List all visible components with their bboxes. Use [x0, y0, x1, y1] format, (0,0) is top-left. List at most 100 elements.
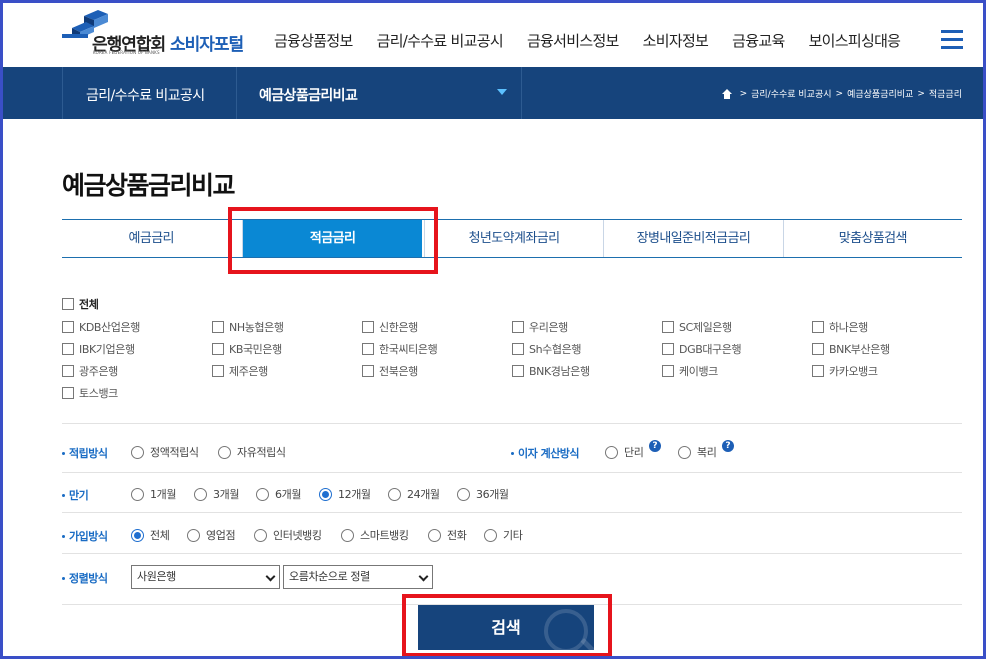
bank-checkbox[interactable]: SC제일은행: [662, 319, 732, 335]
radio-label: 인터넷뱅킹: [273, 529, 322, 542]
bank-label: DGB대구은행: [679, 343, 742, 356]
divider: [236, 67, 237, 119]
menu-icon[interactable]: [941, 30, 963, 50]
radio-label: 1개월: [150, 488, 177, 501]
radio-label: 24개월: [407, 488, 440, 501]
bank-label: 카카오뱅크: [829, 365, 878, 378]
bank-label: KB국민은행: [229, 343, 282, 356]
bank-checkbox[interactable]: 하나은행: [812, 319, 868, 335]
nav-item-rates[interactable]: 금리/수수료 비교공시: [365, 22, 515, 52]
checkbox[interactable]: [62, 298, 74, 310]
nav-item-voice-phishing[interactable]: 보이스피싱대응: [797, 22, 913, 52]
nav-item-services[interactable]: 금융서비스정보: [515, 22, 631, 52]
nav-item-products[interactable]: 금융상품정보: [262, 22, 365, 52]
bank-checkbox[interactable]: 광주은행: [62, 363, 118, 379]
help-icon[interactable]: ?: [649, 440, 661, 452]
bank-checkbox[interactable]: 케이뱅크: [662, 363, 718, 379]
radio-join-other[interactable]: 기타: [484, 527, 523, 543]
saving-method-label: 적립방식: [62, 445, 108, 461]
bank-label: 케이뱅크: [679, 365, 718, 378]
radio-join-phone[interactable]: 전화: [428, 527, 467, 543]
tab-soldier-savings-rate[interactable]: 장병내일준비적금금리: [603, 220, 782, 257]
breadcrumb-item-current: 적금금리: [928, 90, 962, 100]
bank-checkbox[interactable]: 우리은행: [512, 319, 568, 335]
sort-method-label: 정렬방식: [62, 570, 108, 586]
divider: [521, 67, 522, 119]
bank-label: 우리은행: [529, 321, 568, 334]
subnav-level2[interactable]: 예금상품금리비교: [259, 85, 358, 105]
radio-compound-interest[interactable]: 복리: [678, 444, 717, 460]
breadcrumb-item[interactable]: 예금상품금리비교: [847, 87, 913, 100]
bank-label: 전북은행: [379, 365, 418, 378]
radio-join-all[interactable]: 전체: [131, 527, 170, 543]
main-nav: 금융상품정보 금리/수수료 비교공시 금융서비스정보 소비자정보 금융교육 보이…: [262, 22, 912, 52]
bank-checkbox[interactable]: Sh수협은행: [512, 341, 581, 357]
radio-label: 단리: [624, 446, 644, 459]
bank-checkbox[interactable]: KB국민은행: [212, 341, 282, 357]
bank-checkbox-all[interactable]: 전체: [62, 296, 99, 312]
divider: [62, 553, 962, 554]
radio-term-12m[interactable]: 12개월: [319, 486, 371, 502]
subnav-level1[interactable]: 금리/수수료 비교공시: [86, 85, 205, 105]
tab-youth-account-rate[interactable]: 청년도약계좌금리: [423, 220, 603, 257]
interest-method-label: 이자 계산방식: [511, 445, 580, 461]
nav-item-consumer[interactable]: 소비자정보: [631, 22, 721, 52]
select-value: 사원은행: [137, 570, 176, 583]
breadcrumb-item[interactable]: 금리/수수료 비교공시: [751, 87, 831, 100]
radio-term-6m[interactable]: 6개월: [256, 486, 301, 502]
radio-label: 복리: [697, 446, 717, 459]
divider: [62, 512, 962, 513]
radio-join-internet[interactable]: 인터넷뱅킹: [254, 527, 322, 543]
bank-checkbox[interactable]: 카카오뱅크: [812, 363, 878, 379]
bank-checkbox[interactable]: KDB산업은행: [62, 319, 140, 335]
chevron-down-icon[interactable]: [497, 89, 507, 95]
radio-free-saving[interactable]: 자유적립식: [218, 444, 286, 460]
sort-field-select[interactable]: 사원은행: [131, 565, 280, 589]
radio-label: 정액적립식: [150, 446, 199, 459]
bank-checkbox[interactable]: 제주은행: [212, 363, 268, 379]
nav-item-education[interactable]: 금융교육: [720, 22, 796, 52]
radio-label: 전화: [447, 529, 467, 542]
bank-label: 제주은행: [229, 365, 268, 378]
radio-simple-interest[interactable]: 단리: [605, 444, 644, 460]
chevron-down-icon: [265, 571, 276, 582]
bank-checkbox[interactable]: BNK부산은행: [812, 341, 890, 357]
bank-label: 신한은행: [379, 321, 418, 334]
bank-label: IBK기업은행: [79, 343, 135, 356]
bank-label: NH농협은행: [229, 321, 284, 334]
radio-term-24m[interactable]: 24개월: [388, 486, 440, 502]
bank-checkbox[interactable]: 신한은행: [362, 319, 418, 335]
bank-checkbox[interactable]: BNK경남은행: [512, 363, 590, 379]
home-icon[interactable]: [721, 88, 732, 99]
tab-deposit-rate[interactable]: 예금금리: [62, 220, 240, 257]
radio-term-36m[interactable]: 36개월: [457, 486, 509, 502]
bank-label: Sh수협은행: [529, 343, 582, 356]
radio-term-3m[interactable]: 3개월: [194, 486, 239, 502]
page-title: 예금상품금리비교: [62, 171, 236, 200]
logo-portal-label: 소비자포털: [170, 35, 244, 55]
radio-term-1m[interactable]: 1개월: [131, 486, 176, 502]
bank-checkbox[interactable]: IBK기업은행: [62, 341, 135, 357]
radio-fixed-saving[interactable]: 정액적립식: [131, 444, 199, 460]
logo-subtitle: KOREA FEDERATION OF BANKS: [93, 50, 160, 55]
help-icon[interactable]: ?: [722, 440, 734, 452]
search-button-label: 검색: [491, 618, 521, 637]
bank-checkbox[interactable]: 토스뱅크: [62, 385, 118, 401]
site-logo[interactable]: 은행연합회 KOREA FEDERATION OF BANKS 소비자포털: [62, 8, 252, 58]
sort-order-select[interactable]: 오름차순으로 정렬: [283, 565, 433, 589]
bank-checkbox[interactable]: DGB대구은행: [662, 341, 742, 357]
bank-checkbox[interactable]: NH농협은행: [212, 319, 284, 335]
radio-join-branch[interactable]: 영업점: [187, 527, 236, 543]
highlight-box: [228, 207, 438, 274]
bank-label: 하나은행: [829, 321, 868, 334]
bank-checkbox[interactable]: 전북은행: [362, 363, 418, 379]
tab-custom-search[interactable]: 맞춤상품검색: [782, 220, 962, 257]
radio-label: 12개월: [338, 488, 371, 501]
bank-checkbox[interactable]: 한국씨티은행: [362, 341, 438, 357]
radio-label: 6개월: [275, 488, 302, 501]
radio-label: 36개월: [476, 488, 509, 501]
radio-label: 영업점: [206, 529, 236, 542]
radio-join-smart[interactable]: 스마트뱅킹: [341, 527, 409, 543]
radio-label: 3개월: [213, 488, 240, 501]
term-label: 만기: [62, 487, 89, 503]
